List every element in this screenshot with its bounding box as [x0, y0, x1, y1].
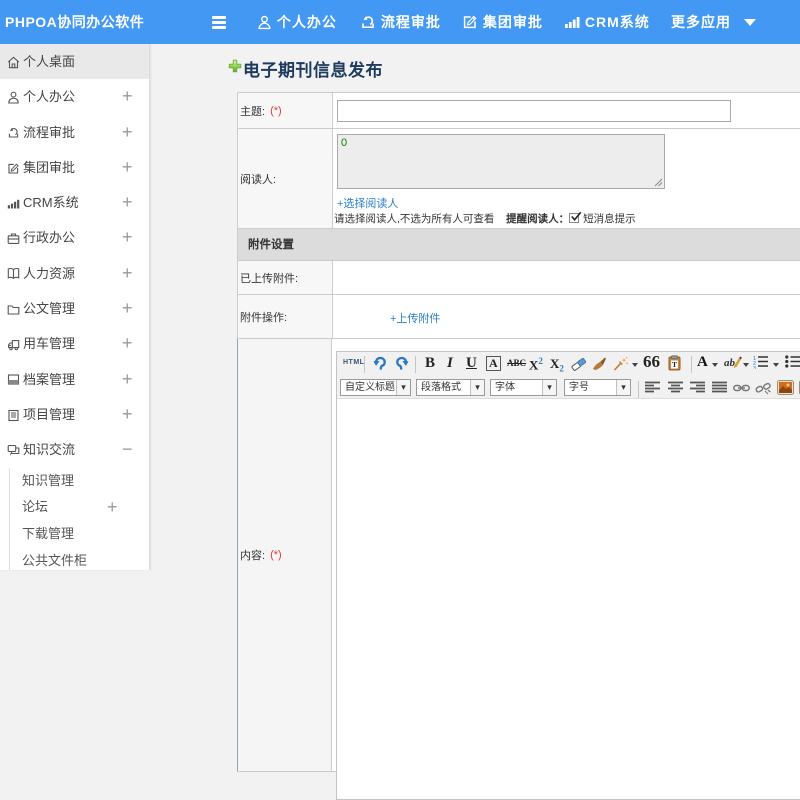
svg-text:3: 3 [753, 366, 756, 369]
svg-text:ab: ab [724, 357, 736, 369]
svg-text:T: T [672, 360, 677, 369]
